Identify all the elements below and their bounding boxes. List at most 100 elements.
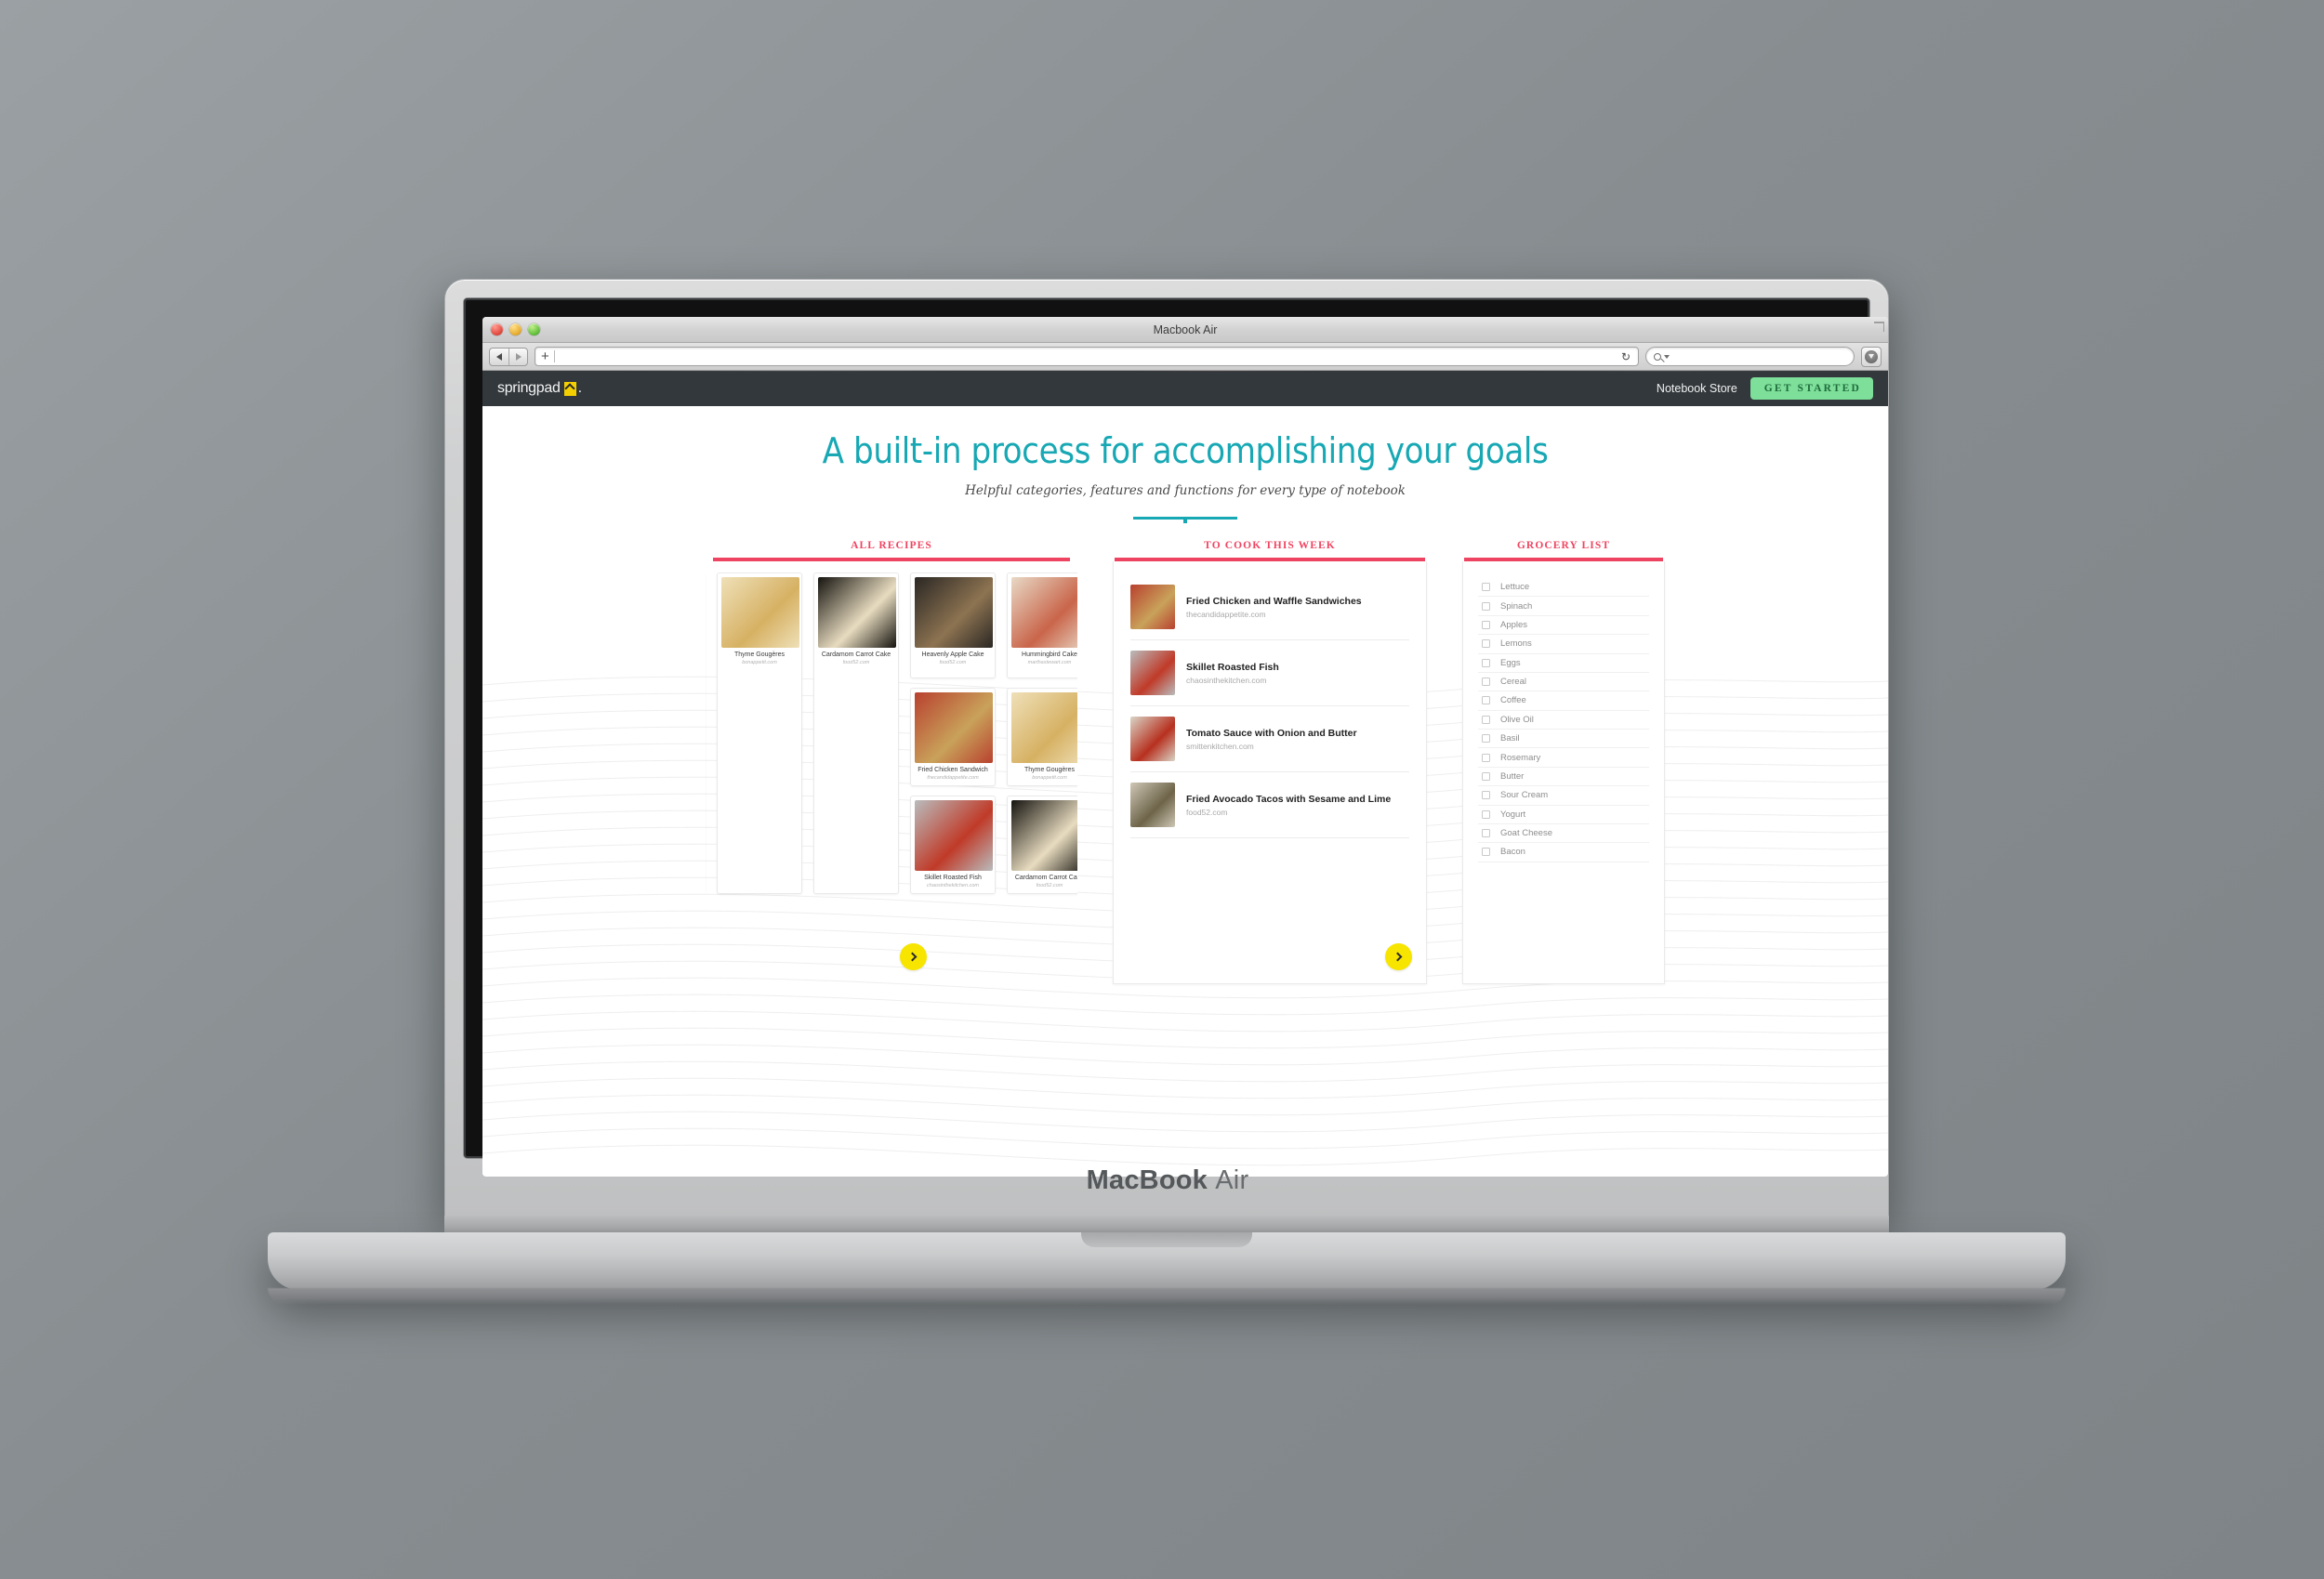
recipe-source: food52.com [939, 660, 967, 666]
week-item-title: Fried Chicken and Waffle Sandwiches [1186, 595, 1362, 607]
grocery-list-item[interactable]: Spinach [1478, 597, 1649, 616]
week-item-thumbnail [1130, 585, 1175, 629]
week-item-text: Tomato Sauce with Onion and Butter smitte… [1186, 728, 1357, 751]
close-window-button[interactable] [491, 323, 503, 336]
forward-button[interactable] [508, 348, 527, 365]
week-list-item[interactable]: Skillet Roasted Fish chaosinthekitchen.co… [1130, 640, 1409, 706]
new-tab-icon[interactable]: + [541, 349, 549, 363]
recipe-thumbnail [915, 692, 993, 764]
recipe-photo [1130, 585, 1175, 629]
grocery-checkbox[interactable] [1482, 734, 1490, 743]
grocery-item-label: Yogurt [1500, 809, 1526, 820]
recipes-next-arrow-button[interactable] [900, 943, 927, 970]
week-next-arrow-button[interactable] [1385, 943, 1412, 970]
recipe-source: food52.com [1036, 883, 1063, 889]
grocery-list-item[interactable]: Eggs [1478, 654, 1649, 673]
grocery-list: Lettuce Spinach Apples Lemons Eggs Cereal Coff… [1462, 561, 1665, 984]
grocery-checkbox[interactable] [1482, 715, 1490, 724]
recipes-carousel-viewport[interactable]: Hummingbird Cake marthastewart.com Thyme G… [706, 572, 1077, 995]
search-input[interactable] [1645, 347, 1855, 366]
grocery-checkbox[interactable] [1482, 678, 1490, 687]
grocery-item-label: Spinach [1500, 600, 1533, 612]
laptop-display: Macbook Air + ↻ springpad . Notebook Sto… [464, 298, 1888, 1177]
recipe-source: food52.com [842, 660, 870, 666]
nav-buttons[interactable] [489, 347, 528, 366]
grocery-list-item[interactable]: Rosemary [1478, 748, 1649, 768]
week-item-thumbnail [1130, 651, 1175, 695]
reload-icon[interactable]: ↻ [1621, 350, 1632, 363]
grocery-checkbox[interactable] [1482, 658, 1490, 667]
grocery-checkbox[interactable] [1482, 848, 1490, 857]
get-started-button[interactable]: GET STARTED [1750, 377, 1873, 400]
recipe-source: chaosinthekitchen.com [927, 883, 979, 889]
recipe-photo [818, 577, 896, 648]
grocery-list-item[interactable]: Bacon [1478, 843, 1649, 862]
web-page: springpad . Notebook Store GET STARTED A… [482, 371, 1888, 1176]
grocery-list-item[interactable]: Sour Cream [1478, 786, 1649, 806]
zoom-window-button[interactable] [528, 323, 540, 336]
back-button[interactable] [490, 349, 508, 365]
grocery-checkbox[interactable] [1482, 696, 1490, 705]
page-content: A built-in process for accomplishing you… [482, 406, 1888, 1176]
springpad-logo[interactable]: springpad . [497, 380, 582, 397]
recipe-card[interactable]: Thyme Gougères bonappetit.com [1007, 688, 1077, 787]
url-input[interactable] [553, 350, 1617, 362]
recipe-thumbnail [1011, 692, 1077, 764]
notebook-store-link[interactable]: Notebook Store [1657, 382, 1737, 395]
recipes-carousel-track[interactable]: Hummingbird Cake marthastewart.com Thyme G… [706, 572, 1077, 895]
recipe-thumbnail [721, 577, 799, 648]
grocery-checkbox[interactable] [1482, 601, 1490, 611]
grocery-item-label: Lemons [1500, 638, 1532, 650]
column-grocery-list: GROCERY LIST Lettuce Spinach Apples Lemons E… [1462, 540, 1665, 984]
recipe-card[interactable]: Heavenly Apple Cake food52.com [910, 572, 996, 679]
grocery-list-item[interactable]: Yogurt [1478, 806, 1649, 824]
laptop-base [268, 1232, 2066, 1290]
week-list-item[interactable]: Fried Avocado Tacos with Sesame and Lime… [1130, 772, 1409, 838]
grocery-list-item[interactable]: Lemons [1478, 635, 1649, 654]
grocery-list-item[interactable]: Butter [1478, 768, 1649, 787]
grocery-checkbox[interactable] [1482, 809, 1490, 819]
address-bar[interactable]: + ↻ [535, 347, 1639, 366]
recipe-card[interactable]: Hummingbird Cake marthastewart.com [1007, 572, 1077, 679]
downloads-button[interactable] [1861, 346, 1882, 367]
week-list-item[interactable]: Tomato Sauce with Onion and Butter smitte… [1130, 706, 1409, 772]
page-title: A built-in process for accomplishing you… [822, 430, 1549, 471]
recipe-thumbnail [915, 800, 993, 872]
minimize-window-button[interactable] [509, 323, 522, 336]
recipe-card[interactable]: Cardamom Carrot Cake food52.com [813, 572, 899, 895]
grocery-list-item[interactable]: Goat Cheese [1478, 824, 1649, 844]
week-list: Fried Chicken and Waffle Sandwiches theca… [1113, 561, 1427, 984]
grocery-checkbox[interactable] [1482, 791, 1490, 800]
grocery-list-item[interactable]: Apples [1478, 616, 1649, 636]
recipe-card[interactable]: Cardamom Carrot Cake food52.com [1007, 796, 1077, 895]
grocery-checkbox[interactable] [1482, 829, 1490, 838]
recipe-card[interactable]: Thyme Gougères bonappetit.com [717, 572, 802, 895]
grocery-checkbox[interactable] [1482, 771, 1490, 781]
window-controls[interactable] [491, 323, 540, 336]
grocery-list-item[interactable]: Cereal [1478, 673, 1649, 692]
grocery-item-label: Bacon [1500, 847, 1525, 858]
grocery-checkbox[interactable] [1482, 639, 1490, 649]
recipe-card[interactable]: Skillet Roasted Fish chaosinthekitchen.co… [910, 796, 996, 895]
laptop-screen-body: Macbook Air + ↻ springpad . Notebook Sto… [444, 279, 1889, 1221]
recipe-card[interactable]: Fried Chicken Sandwich thecandidappetite.… [910, 688, 996, 787]
grocery-list-item[interactable]: Olive Oil [1478, 711, 1649, 730]
grocery-list-item[interactable]: Coffee [1478, 691, 1649, 711]
grocery-checkbox[interactable] [1482, 620, 1490, 629]
grocery-item-label: Butter [1500, 770, 1525, 782]
recipe-name: Cardamom Carrot Cake [821, 651, 891, 658]
page-subtitle: Helpful categories, features and functio… [965, 483, 1406, 498]
recipe-photo [1011, 577, 1077, 648]
grocery-checkbox[interactable] [1482, 583, 1490, 592]
header-nav: Notebook Store GET STARTED [1657, 377, 1873, 400]
grocery-list-item[interactable]: Basil [1478, 730, 1649, 749]
column-title-all-recipes: ALL RECIPES [851, 540, 932, 551]
week-list-item[interactable]: Fried Chicken and Waffle Sandwiches theca… [1130, 574, 1409, 640]
resize-grip-icon[interactable] [1871, 322, 1884, 335]
week-item-title: Fried Avocado Tacos with Sesame and Lime [1186, 793, 1392, 805]
grocery-checkbox[interactable] [1482, 753, 1490, 762]
browser-titlebar: Macbook Air [482, 317, 1888, 343]
grocery-list-item[interactable]: Lettuce [1478, 578, 1649, 598]
browser-toolbar: + ↻ [482, 343, 1888, 371]
chevron-down-icon[interactable] [1664, 354, 1670, 359]
